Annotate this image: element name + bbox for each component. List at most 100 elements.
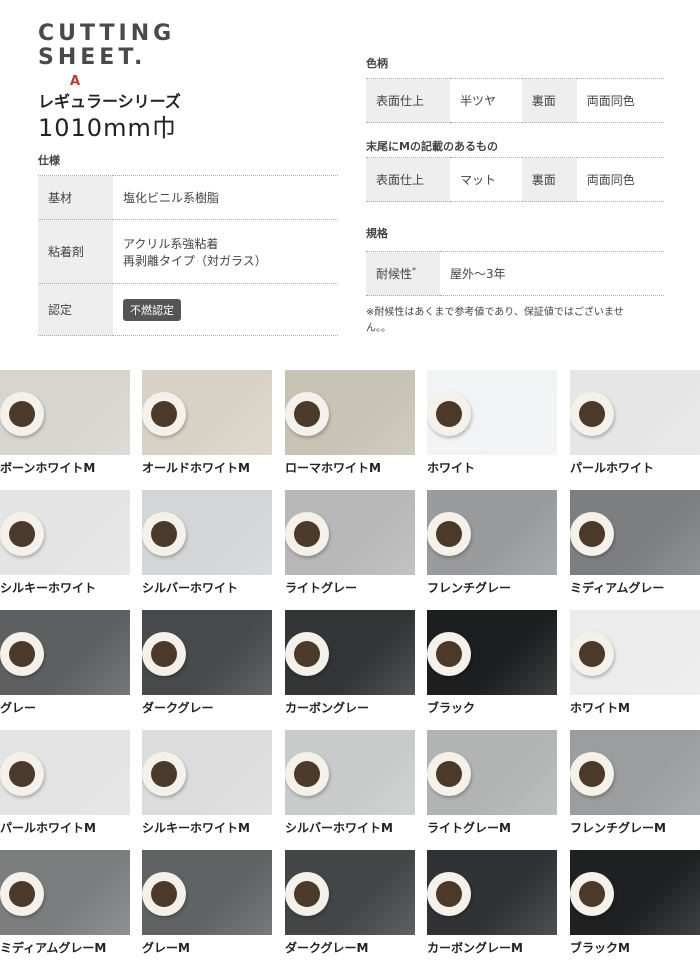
- spec-table: 基材 塩化ビニル系樹脂 粘着剤 アクリル系強粘着 再剥離タイプ（対ガラス） 認定…: [38, 175, 338, 336]
- color-swatch[interactable]: グレーM: [142, 850, 272, 956]
- color-swatch[interactable]: パールホワイト: [570, 370, 700, 476]
- certification-badge: 不燃認定: [123, 298, 181, 321]
- swatch-image: [427, 850, 557, 935]
- roll-core: [151, 881, 177, 907]
- roll-icon: [570, 632, 614, 676]
- color-value: 半ツヤ: [450, 78, 522, 123]
- color-swatch[interactable]: ミディアムグレー: [570, 490, 700, 596]
- roll-core: [294, 401, 320, 427]
- roll-icon: [285, 632, 329, 676]
- roll-icon: [0, 392, 44, 436]
- roll-core: [436, 521, 462, 547]
- roll-icon: [570, 752, 614, 796]
- spec-value: アクリル系強粘着 再剥離タイプ（対ガラス）: [113, 219, 338, 284]
- roll-core: [151, 521, 177, 547]
- color-swatch[interactable]: フレンチグレーM: [570, 730, 700, 836]
- m-color-title: 末尾にMの記載のあるもの: [366, 140, 498, 153]
- roll-icon: [285, 752, 329, 796]
- roll-icon: [570, 872, 614, 916]
- roll-icon: [142, 752, 186, 796]
- color-swatch[interactable]: シルバーホワイト: [142, 490, 272, 596]
- roll-icon: [427, 392, 471, 436]
- color-swatch[interactable]: カーボングレーM: [427, 850, 557, 956]
- color-value: 両面同色: [576, 78, 664, 123]
- swatch-name: グレー: [0, 701, 37, 715]
- color-swatch[interactable]: ミディアムグレーM: [0, 850, 130, 956]
- color-swatch[interactable]: ボーンホワイトM: [0, 370, 130, 476]
- color-swatch[interactable]: ローマホワイトM: [285, 370, 415, 476]
- color-swatch[interactable]: グレー: [0, 610, 130, 716]
- swatch-image: [142, 490, 272, 575]
- roll-icon: [142, 392, 186, 436]
- brand-mark: A: [70, 74, 81, 89]
- standard-table: 耐候性* 屋外～3年: [366, 251, 664, 296]
- m-color-value: マット: [450, 157, 522, 202]
- spec-value: 不燃認定: [113, 283, 338, 336]
- roll-core: [9, 401, 35, 427]
- m-color-head: 表面仕上: [366, 157, 450, 202]
- swatch-image: [427, 610, 557, 695]
- color-swatch[interactable]: ダークグレー: [142, 610, 272, 716]
- swatch-image: [0, 850, 130, 935]
- spec-head: 認定: [38, 283, 113, 336]
- roll-icon: [0, 872, 44, 916]
- roll-core: [436, 761, 462, 787]
- swatch-name: ライトグレー: [285, 581, 358, 595]
- color-swatch[interactable]: ライトグレー: [285, 490, 415, 596]
- roll-icon: [427, 752, 471, 796]
- color-swatch[interactable]: ホワイト: [427, 370, 557, 476]
- swatch-name: ブラックM: [570, 941, 630, 955]
- roll-core: [9, 761, 35, 787]
- color-swatch[interactable]: ホワイトM: [570, 610, 700, 716]
- color-swatch[interactable]: シルバーホワイトM: [285, 730, 415, 836]
- swatch-image: [0, 370, 130, 455]
- brand-line1: CUTTING: [38, 21, 176, 46]
- spec-title: 仕様: [38, 154, 60, 167]
- roll-icon: [570, 512, 614, 556]
- swatch-name: シルキーホワイトM: [142, 821, 250, 835]
- m-color-row: 表面仕上 マット 裏面 両面同色: [366, 157, 664, 202]
- roll-core: [151, 641, 177, 667]
- color-swatch[interactable]: ブラック: [427, 610, 557, 716]
- swatch-name: グレーM: [142, 941, 190, 955]
- roll-core: [151, 761, 177, 787]
- standard-value: 屋外～3年: [440, 251, 664, 296]
- roll-core: [294, 881, 320, 907]
- color-swatch[interactable]: シルキーホワイト: [0, 490, 130, 596]
- roll-icon: [285, 872, 329, 916]
- brand-logo: CUTTING SHEET.: [38, 22, 175, 70]
- m-color-value: 両面同色: [576, 157, 664, 202]
- swatch-image: [427, 730, 557, 815]
- spec-value-line: 再剥離タイプ（対ガラス）: [123, 253, 267, 268]
- color-head: 裏面: [521, 78, 577, 123]
- swatch-image: [427, 370, 557, 455]
- swatch-name: ダークグレーM: [285, 941, 369, 955]
- swatch-name: パールホワイト: [570, 461, 655, 475]
- roll-core: [436, 881, 462, 907]
- swatch-image: [285, 610, 415, 695]
- swatch-image: [0, 490, 130, 575]
- color-swatch[interactable]: カーボングレー: [285, 610, 415, 716]
- swatch-image: [570, 610, 700, 695]
- swatch-name: ミディアムグレー: [570, 581, 665, 595]
- swatch-name: オールドホワイトM: [142, 461, 250, 475]
- color-swatch[interactable]: ライトグレーM: [427, 730, 557, 836]
- m-color-table: 表面仕上 マット 裏面 両面同色: [366, 157, 664, 202]
- swatch-image: [570, 490, 700, 575]
- spec-row: 基材 塩化ビニル系樹脂: [38, 175, 338, 220]
- color-swatch[interactable]: ダークグレーM: [285, 850, 415, 956]
- roll-core: [436, 641, 462, 667]
- swatch-image: [285, 370, 415, 455]
- color-swatch[interactable]: オールドホワイトM: [142, 370, 272, 476]
- roll-icon: [142, 512, 186, 556]
- swatch-name: シルキーホワイト: [0, 581, 97, 595]
- color-swatch[interactable]: パールホワイトM: [0, 730, 130, 836]
- color-swatch[interactable]: ブラックM: [570, 850, 700, 956]
- spec-row: 認定 不燃認定: [38, 283, 338, 336]
- color-swatch[interactable]: フレンチグレー: [427, 490, 557, 596]
- swatch-image: [570, 850, 700, 935]
- roll-icon: [142, 872, 186, 916]
- standard-head: 耐候性*: [366, 251, 440, 296]
- color-swatch[interactable]: シルキーホワイトM: [142, 730, 272, 836]
- swatch-image: [285, 730, 415, 815]
